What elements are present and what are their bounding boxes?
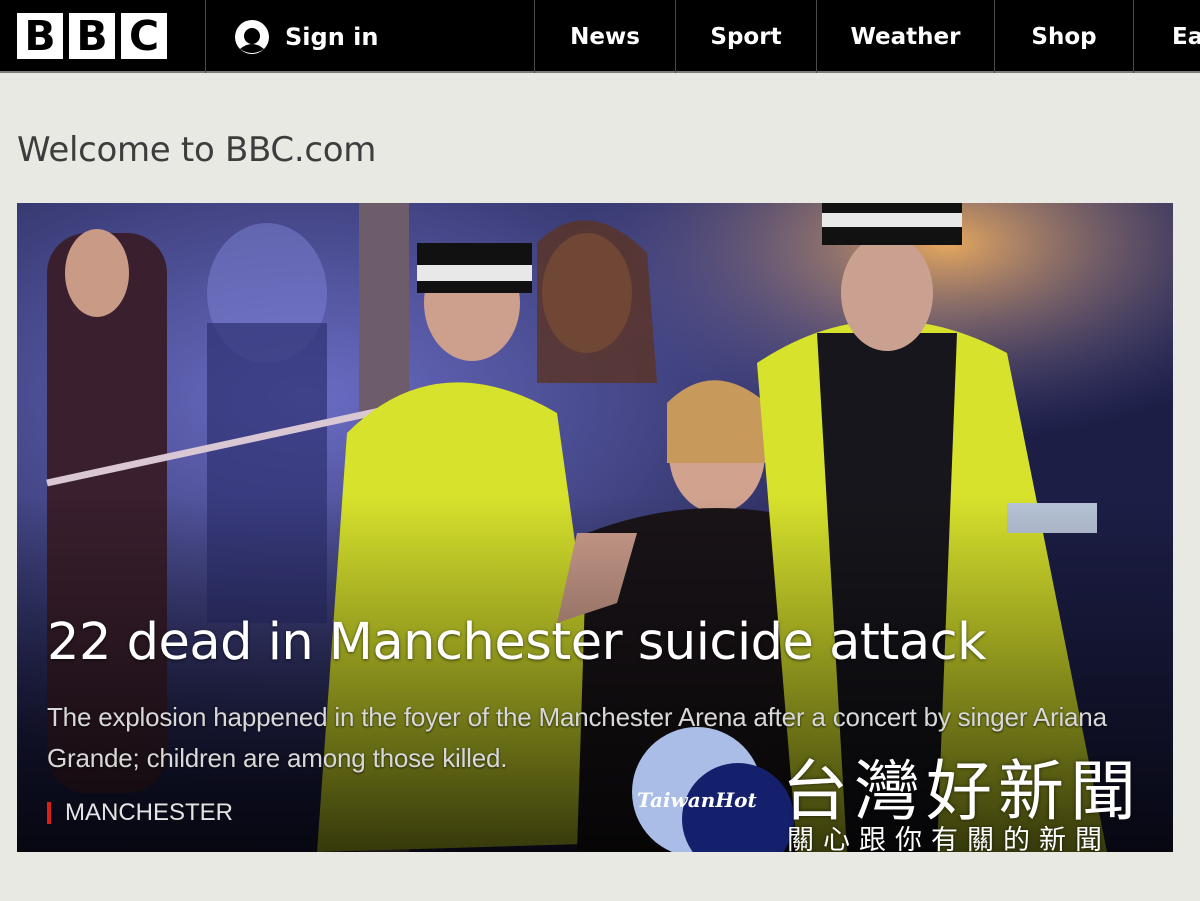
- tag-label: MANCHESTER: [65, 799, 234, 826]
- logo-letter-b2: B: [69, 13, 115, 59]
- user-icon: [235, 20, 269, 54]
- nav-divider: [205, 0, 206, 73]
- logo-letter-b1: B: [17, 13, 63, 59]
- sign-in-button[interactable]: Sign in: [234, 20, 378, 54]
- top-navigation-bar: B B C Sign in News Sport Weather Shop Ea: [0, 0, 1200, 73]
- watermark-brand: TaiwanHot: [637, 788, 757, 812]
- hero-headline[interactable]: 22 dead in Manchester suicide attack: [47, 613, 987, 672]
- tag-accent-bar: [47, 802, 51, 824]
- section-tag[interactable]: MANCHESTER: [47, 799, 233, 827]
- nav-sport[interactable]: Sport: [676, 0, 816, 73]
- nav-weather[interactable]: Weather: [817, 0, 994, 73]
- nav-divider: [1133, 0, 1134, 73]
- nav-shop[interactable]: Shop: [995, 0, 1133, 73]
- nav-news[interactable]: News: [535, 0, 675, 73]
- watermark-subtitle: 關心跟你有關的新聞: [787, 825, 1111, 852]
- sign-in-label: Sign in: [285, 23, 379, 51]
- logo-letter-c: C: [121, 13, 167, 59]
- page-title: Welcome to BBC.com: [17, 130, 377, 170]
- bbc-logo[interactable]: B B C: [17, 13, 167, 59]
- hero-story[interactable]: 22 dead in Manchester suicide attack The…: [17, 203, 1173, 852]
- nav-earth[interactable]: Ea: [1172, 0, 1200, 73]
